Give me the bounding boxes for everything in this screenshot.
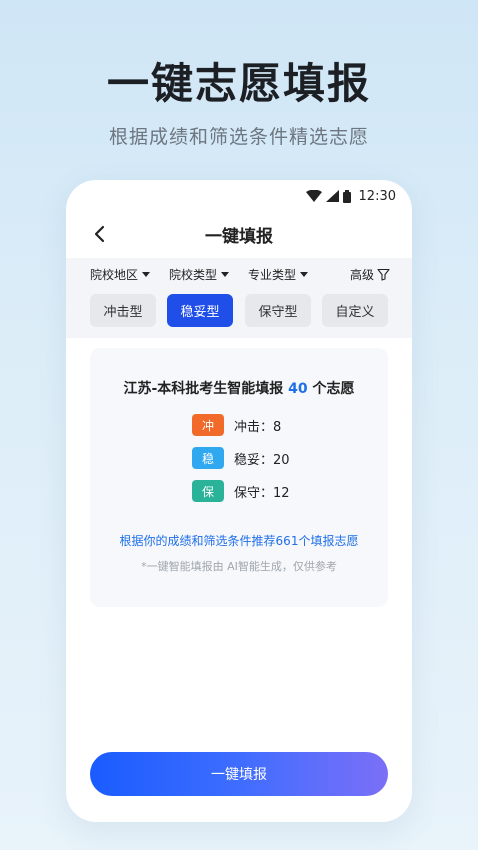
summary-title-prefix: 江苏-本科批考生智能填报 <box>123 381 289 397</box>
filter-row: 院校地区 院校类型 专业类型 高级 <box>90 266 412 286</box>
recommendation-text: 根据你的成绩和筛选条件推荐661个填报志愿 <box>119 534 359 548</box>
summary-title: 江苏-本科批考生智能填报 40 个志愿 <box>90 378 388 398</box>
filter-icon <box>377 268 390 281</box>
nav-bar: 一键填报 <box>66 216 412 252</box>
tab-conservative[interactable]: 保守型 <box>245 294 311 327</box>
stat-conservative: 保 保守：12 <box>192 480 290 502</box>
major-type-dropdown[interactable]: 专业类型 <box>248 266 309 283</box>
summary-card: 江苏-本科批考生智能填报 40 个志愿 冲 冲击：8 稳 稳妥：20 保 保守：… <box>90 348 388 607</box>
school-type-dropdown[interactable]: 院校类型 <box>169 266 230 283</box>
caret-down-icon <box>221 272 230 277</box>
stat-aggressive: 冲 冲击：8 <box>192 414 281 436</box>
tab-steady[interactable]: 稳妥型 <box>167 294 233 327</box>
volunteer-count: 40 <box>288 381 308 397</box>
aggressive-badge: 冲 <box>192 414 224 436</box>
promo-subtitle: 根据成绩和筛选条件精选志愿 <box>108 126 369 148</box>
major-type-dropdown-label: 专业类型 <box>248 268 297 282</box>
stat-conservative-label: 保守：12 <box>234 485 290 501</box>
battery-icon <box>342 189 351 203</box>
conservative-badge: 保 <box>192 480 224 502</box>
advanced-filter-label: 高级 <box>349 268 374 282</box>
stat-steady: 稳 稳妥：20 <box>192 447 290 469</box>
ai-disclaimer: *一键智能填报由 AI智能生成，仅供参考 <box>141 560 337 573</box>
caret-down-icon <box>142 272 151 277</box>
region-dropdown-label: 院校地区 <box>90 268 139 282</box>
wifi-icon <box>305 190 322 202</box>
tab-custom[interactable]: 自定义 <box>322 294 388 327</box>
status-time: 12:30 <box>358 188 396 204</box>
steady-badge: 稳 <box>192 447 224 469</box>
tab-aggressive[interactable]: 冲击型 <box>90 294 156 327</box>
status-bar: 12:30 <box>305 186 396 206</box>
signal-icon <box>325 190 339 202</box>
page-title: 一键填报 <box>205 227 273 247</box>
stat-steady-label: 稳妥：20 <box>234 452 290 468</box>
filter-panel: 院校地区 院校类型 专业类型 高级 冲击型 稳妥型 保守型 自定义 <box>66 258 412 338</box>
summary-title-suffix: 个志愿 <box>307 381 355 397</box>
region-dropdown[interactable]: 院校地区 <box>90 266 151 283</box>
advanced-filter-button[interactable]: 高级 <box>350 266 390 283</box>
stat-aggressive-label: 冲击：8 <box>234 419 282 435</box>
caret-down-icon <box>300 272 309 277</box>
phone-screen: 12:30 一键填报 院校地区 院校类型 专业类型 高级 冲击型 稳妥型 保守型… <box>66 180 412 822</box>
school-type-dropdown-label: 院校类型 <box>169 268 218 282</box>
promo-title: 一键志愿填报 <box>106 59 371 108</box>
one-click-fill-button[interactable]: 一键填报 <box>90 752 388 796</box>
